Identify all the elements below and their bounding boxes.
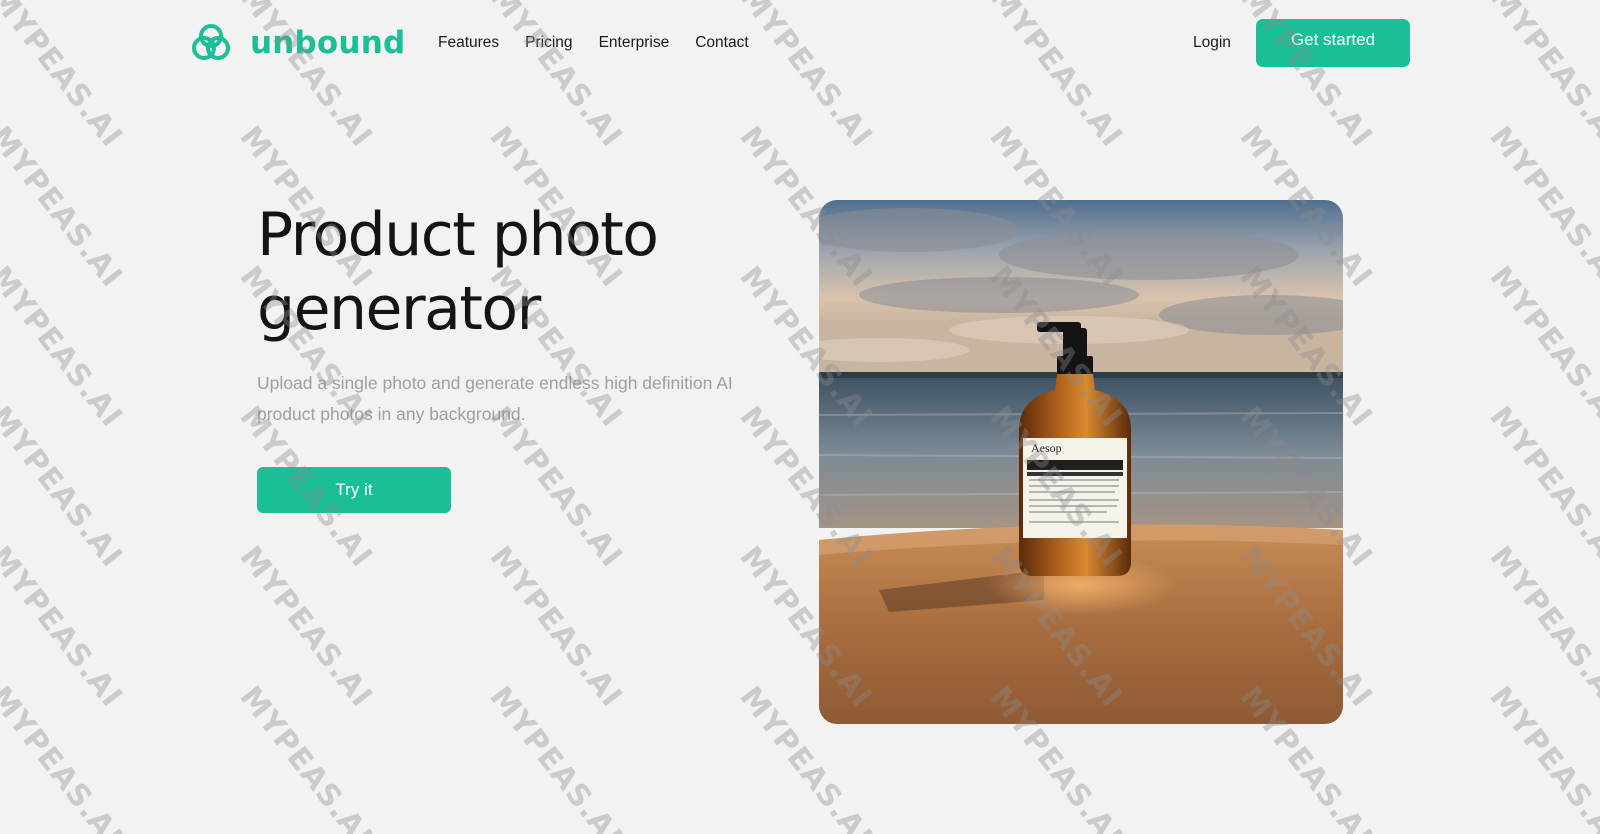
watermark-text: MYPEAS.AI [0,260,130,435]
hero-subtitle: Upload a single photo and generate endle… [257,373,733,424]
brand-logo[interactable]: unbound [190,22,405,64]
watermark-text: MYPEAS.AI [232,680,380,834]
try-it-button[interactable]: Try it [257,467,451,513]
watermark-text: MYPEAS.AI [1482,680,1600,834]
nav-item-contact[interactable]: Contact [695,32,748,54]
nav-item-features[interactable]: Features [438,32,499,54]
watermark-text: MYPEAS.AI [1482,260,1600,435]
watermark-layer: MYPEAS.AI MYPEAS.AI MYPEAS.AI MYPEAS.AI MYPE… [0,0,1600,834]
watermark-text: MYPEAS.AI [232,540,380,715]
get-started-button[interactable]: Get started [1256,19,1410,67]
watermark-text: MYPEAS.AI [0,400,130,575]
watermark-text: MYPEAS.AI [0,120,130,295]
site-header: unbound Features Pricing Enterprise Cont… [0,0,1600,86]
product-photo: Aesop [819,200,1343,724]
trefoil-knot-icon [192,24,230,60]
watermark-text: MYPEAS.AI [482,540,630,715]
login-link[interactable]: Login [1193,32,1231,54]
main-nav: Features Pricing Enterprise Contact [438,32,775,54]
watermark-text: MYPEAS.AI [1482,400,1600,575]
nav-item-pricing[interactable]: Pricing [525,32,572,54]
watermark-text: MYPEAS.AI [482,680,630,834]
nav-item-enterprise[interactable]: Enterprise [599,32,670,54]
watermark-text: MYPEAS.AI [0,540,130,715]
hero-title: Product photo generator [257,200,659,344]
watermark-text: MYPEAS.AI [1482,540,1600,715]
watermark-text: MYPEAS.AI [0,680,130,834]
brand-name: unbound [250,25,406,61]
bottle-brand-text: Aesop [1031,441,1062,455]
watermark-text: MYPEAS.AI [1482,120,1600,295]
